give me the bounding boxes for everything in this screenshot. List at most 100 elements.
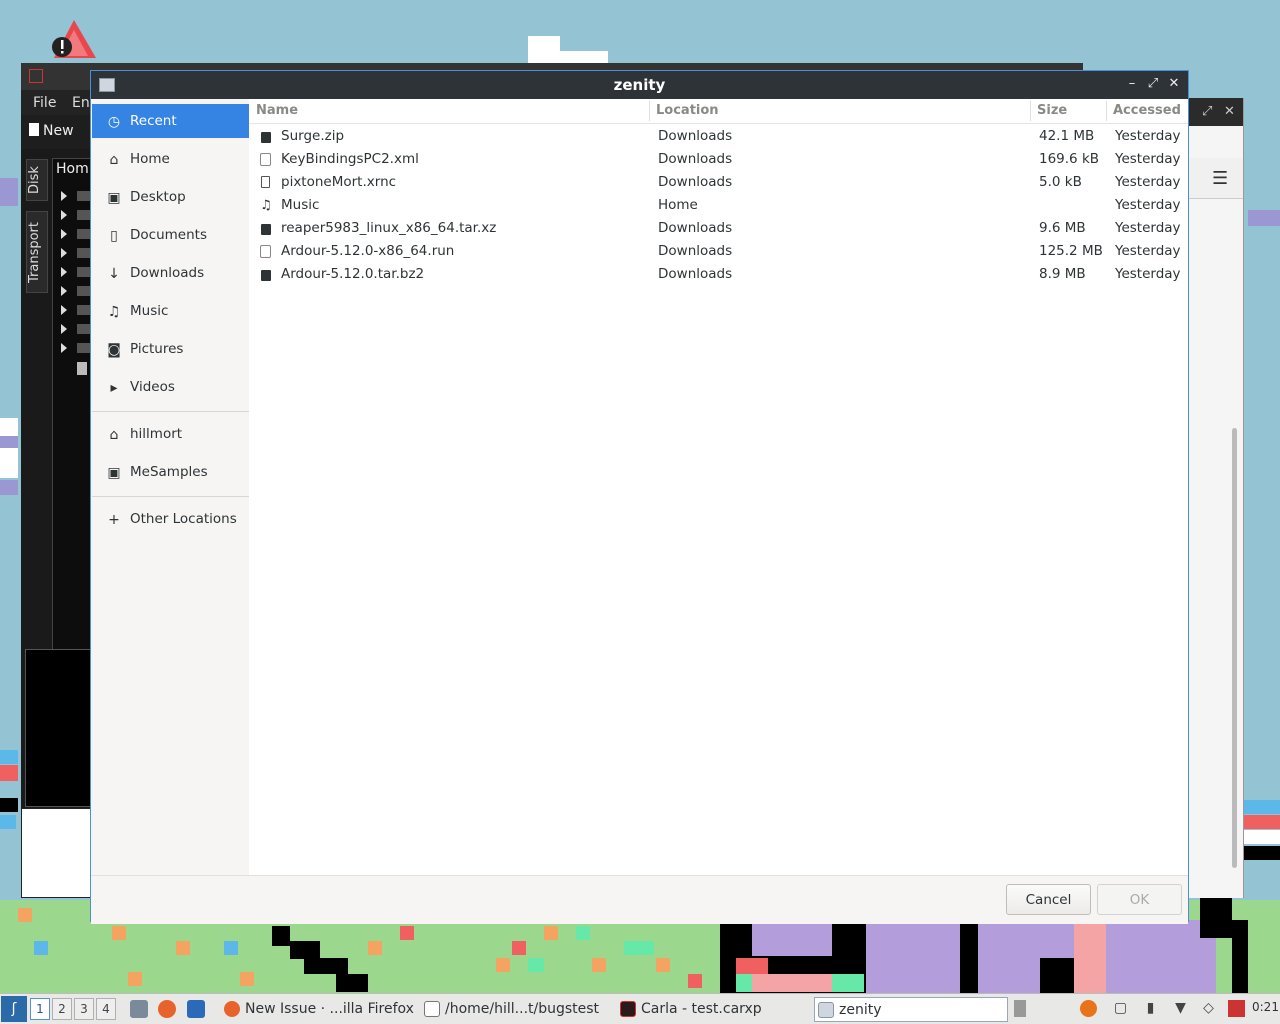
task-firefox[interactable]: New Issue · ...illa Firefox <box>224 997 414 1022</box>
file-name: Music <box>281 197 320 213</box>
places-sidebar: ◷ Recent ⌂ Home ▣ Desktop ▯ Documents ↓ … <box>92 99 250 875</box>
sidebar-item-music[interactable]: ♫ Music <box>92 294 249 328</box>
home-icon: ⌂ <box>109 427 119 443</box>
carla-new-button[interactable]: New <box>29 123 74 139</box>
column-divider[interactable] <box>1030 101 1031 121</box>
column-divider[interactable] <box>1106 101 1107 121</box>
tray-scroll-icon[interactable] <box>1014 1000 1026 1017</box>
start-menu-icon[interactable]: ʃ <box>1 996 27 1022</box>
expand-arrow-icon[interactable] <box>61 343 67 353</box>
file-row[interactable]: reaper5983_linux_x86_64.tar.xz Downloads… <box>249 217 1188 240</box>
hamburger-menu-icon[interactable]: ☰ <box>1212 168 1228 189</box>
firefox-toolbar: ☰ <box>1186 158 1243 199</box>
update-icon[interactable] <box>1080 1000 1097 1017</box>
file-row[interactable]: Ardour-5.12.0.tar.bz2 Downloads 8.9 MB Y… <box>249 263 1188 286</box>
maximize-button[interactable]: ⤢ <box>1144 75 1162 93</box>
file-icon <box>261 176 270 188</box>
desktop-pixel <box>0 480 18 495</box>
carla-menu-engine[interactable]: En <box>72 95 90 111</box>
minimize-button[interactable]: – <box>1123 75 1141 93</box>
workspace-2[interactable]: 2 <box>52 998 72 1020</box>
expand-arrow-icon[interactable] <box>61 286 67 296</box>
expand-arrow-icon[interactable] <box>61 191 67 201</box>
desktop-pixel <box>240 972 254 986</box>
task-carla[interactable]: Carla - test.carxp <box>620 997 762 1022</box>
sidebar-item-other-locations[interactable]: + Other Locations <box>92 502 249 536</box>
sidebar-item-recent[interactable]: ◷ Recent <box>92 104 249 138</box>
carla-new-label: New <box>43 123 74 139</box>
column-header-name[interactable]: Name <box>256 103 298 118</box>
expand-arrow-icon[interactable] <box>61 267 67 277</box>
file-name: KeyBindingsPC2.xml <box>281 151 419 167</box>
file-row[interactable]: ♫ Music Home Yesterday <box>249 194 1188 217</box>
file-accessed: Yesterday <box>1115 243 1181 259</box>
expand-arrow-icon[interactable] <box>61 229 67 239</box>
music-folder-icon: ♫ <box>260 198 272 213</box>
desktop-pixel <box>1244 815 1280 829</box>
close-icon[interactable]: ✕ <box>1224 104 1235 119</box>
file-row[interactable]: Surge.zip Downloads 42.1 MB Yesterday <box>249 125 1188 148</box>
sidebar-item-desktop[interactable]: ▣ Desktop <box>92 180 249 214</box>
workspace-1[interactable]: 1 <box>30 998 50 1020</box>
terminal-icon[interactable] <box>187 1000 205 1018</box>
task-editor[interactable]: /home/hill...t/bugstest <box>424 997 599 1022</box>
sidebar-item-mesamples[interactable]: ▣ MeSamples <box>92 455 249 489</box>
desktop-pixel <box>1244 846 1280 860</box>
ok-button[interactable]: OK <box>1097 884 1182 915</box>
desktop-pixel <box>688 974 702 988</box>
maximize-icon[interactable]: ⤢ <box>1202 104 1212 119</box>
desktop-pixel <box>272 926 290 946</box>
sidebar-item-pictures[interactable]: ◙ Pictures <box>92 332 249 366</box>
file-location: Downloads <box>658 266 733 282</box>
task-zenity[interactable]: zenity <box>814 997 1008 1022</box>
clock: 0:21 <box>1252 1000 1279 1014</box>
file-row[interactable]: pixtoneMort.xrnc Downloads 5.0 kB Yester… <box>249 171 1188 194</box>
sidebar-item-label: Documents <box>130 227 207 243</box>
expand-arrow-icon[interactable] <box>61 324 67 334</box>
expand-arrow-icon[interactable] <box>61 305 67 315</box>
file-row[interactable]: KeyBindingsPC2.xml Downloads 169.6 kB Ye… <box>249 148 1188 171</box>
chat-icon[interactable]: ▮ <box>1142 1000 1159 1017</box>
sidebar-item-home[interactable]: ⌂ Home <box>92 142 249 176</box>
sidebar-item-documents[interactable]: ▯ Documents <box>92 218 249 252</box>
xml-file-icon <box>260 153 271 166</box>
video-icon: ▸ <box>110 380 118 396</box>
carla-menu-file[interactable]: File <box>33 95 56 111</box>
desktop-pixel <box>0 436 18 448</box>
dropbox-icon[interactable]: ◇ <box>1200 1000 1217 1017</box>
sidebar-separator <box>92 496 249 497</box>
folder-icon <box>77 324 91 334</box>
sidebar-item-downloads[interactable]: ↓ Downloads <box>92 256 249 290</box>
desktop-pixel <box>752 920 832 956</box>
battery-icon[interactable] <box>1228 1000 1245 1017</box>
column-header-location[interactable]: Location <box>656 103 719 118</box>
workspace-4[interactable]: 4 <box>96 998 116 1020</box>
notes-icon[interactable]: ▢ <box>1112 1000 1129 1017</box>
sidebar-item-hillmort[interactable]: ⌂ hillmort <box>92 417 249 451</box>
tab-disk[interactable]: Disk <box>26 159 48 201</box>
desktop-pixel <box>592 958 606 972</box>
file-row[interactable]: Ardour-5.12.0-x86_64.run Downloads 125.2… <box>249 240 1188 263</box>
column-divider[interactable] <box>649 101 650 121</box>
file-name: Ardour-5.12.0.tar.bz2 <box>281 266 425 282</box>
desktop-pixel <box>128 972 142 986</box>
column-header-accessed[interactable]: Accessed <box>1113 103 1181 118</box>
expand-arrow-icon[interactable] <box>61 210 67 220</box>
desktop-pixel <box>576 926 590 940</box>
workspace-3[interactable]: 3 <box>74 998 94 1020</box>
dialog-titlebar[interactable]: zenity – ⤢ ✕ <box>91 71 1188 99</box>
file-manager-icon[interactable] <box>130 1000 148 1018</box>
tab-transport[interactable]: Transport <box>26 211 48 293</box>
expand-arrow-icon[interactable] <box>61 248 67 258</box>
cancel-button[interactable]: Cancel <box>1006 884 1091 915</box>
desktop-pixel <box>866 920 960 994</box>
wifi-icon[interactable]: ▼ <box>1172 1000 1189 1017</box>
column-header-size[interactable]: Size <box>1037 103 1067 118</box>
taskbar: ʃ 1 2 3 4 New Issue · ...illa Firefox /h… <box>0 993 1280 1024</box>
firefox-launcher-icon[interactable] <box>158 1000 176 1018</box>
close-button[interactable]: ✕ <box>1165 75 1183 93</box>
archive-icon <box>261 132 271 143</box>
firefox-scrollbar[interactable] <box>1232 428 1237 868</box>
carla-icon <box>29 69 43 83</box>
sidebar-item-videos[interactable]: ▸ Videos <box>92 370 249 404</box>
